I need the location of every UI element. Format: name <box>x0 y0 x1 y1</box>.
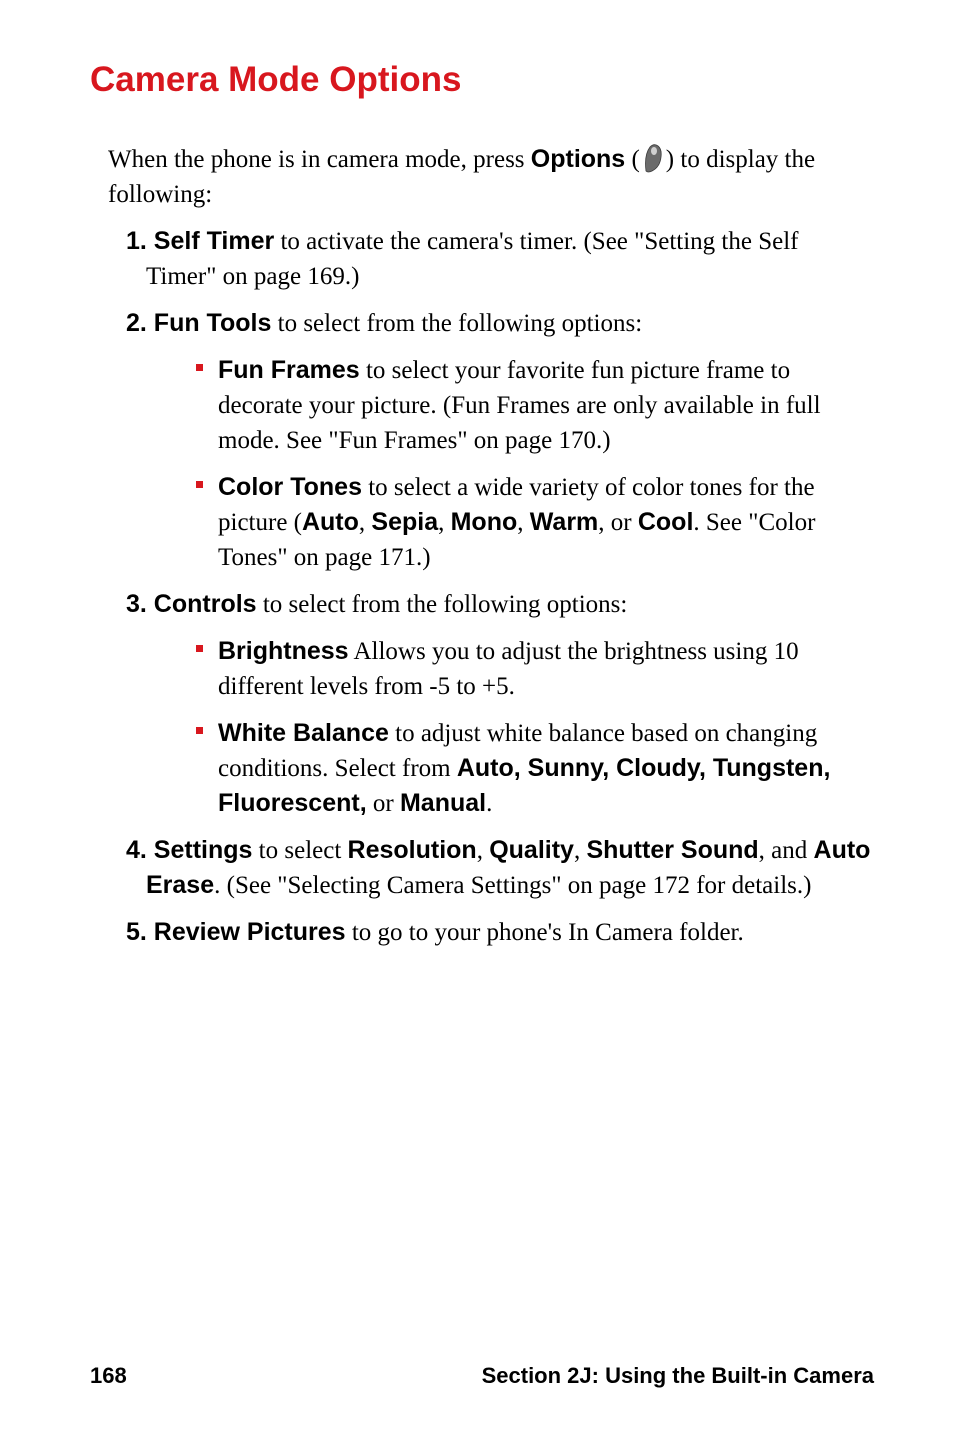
fun-frames-label: Fun Frames <box>218 356 360 384</box>
softkey-icon <box>640 146 666 173</box>
opt-sepia: Sepia <box>371 508 438 536</box>
review-pictures-text: to go to your phone's In Camera folder. <box>346 919 744 946</box>
brightness-label: Brightness <box>218 637 349 665</box>
color-tones-label: Color Tones <box>218 473 362 501</box>
bullet-icon <box>196 481 203 488</box>
sub-brightness: Brightness Allows you to adjust the brig… <box>196 634 874 704</box>
page-footer: 168 Section 2J: Using the Built-in Camer… <box>90 1363 874 1389</box>
opt-shutter-sound: Shutter Sound <box>586 836 758 864</box>
comma3: , <box>517 509 530 536</box>
opt-auto: Auto <box>302 508 359 536</box>
controls-label: Controls <box>154 590 257 618</box>
options-label: Options <box>531 145 625 173</box>
self-timer-label: Self Timer <box>154 227 274 255</box>
s-comma3: , and <box>759 837 814 864</box>
item-settings: 4. Settings to select Resolution, Qualit… <box>126 833 874 903</box>
item-number-1: 1. <box>126 227 154 255</box>
fun-tools-text: to select from the following options: <box>271 310 642 337</box>
item-number-5: 5. <box>126 918 154 946</box>
item-controls: 3. Controls to select from the following… <box>126 587 874 622</box>
item-number-2: 2. <box>126 309 154 337</box>
opt-quality: Quality <box>489 836 574 864</box>
sub-color-tones: Color Tones to select a wide variety of … <box>196 470 874 575</box>
bullet-icon <box>196 645 203 652</box>
item-self-timer: 1. Self Timer to activate the camera's t… <box>126 224 874 294</box>
opt-warm: Warm <box>530 508 599 536</box>
sub-fun-frames: Fun Frames to select your favorite fun p… <box>196 353 874 458</box>
sub-white-balance: White Balance to adjust white balance ba… <box>196 716 874 821</box>
fun-tools-sublist: Fun Frames to select your favorite fun p… <box>196 353 874 575</box>
intro-prefix: When the phone is in camera mode, press <box>108 146 531 173</box>
comma4: , or <box>598 509 638 536</box>
review-pictures-label: Review Pictures <box>154 918 346 946</box>
opt-resolution: Resolution <box>348 836 477 864</box>
comma2: , <box>438 509 451 536</box>
s-comma1: , <box>477 837 490 864</box>
bullet-icon <box>196 364 203 371</box>
wb-dot: . <box>486 790 492 817</box>
comma1: , <box>359 509 372 536</box>
wb-manual: Manual <box>400 789 486 817</box>
item-review-pictures: 5. Review Pictures to go to your phone's… <box>126 915 874 950</box>
s-comma2: , <box>574 837 587 864</box>
intro-paragraph: When the phone is in camera mode, press … <box>108 142 874 212</box>
settings-post: . (See "Selecting Camera Settings" on pa… <box>214 872 811 899</box>
paren-open: ( <box>625 146 640 173</box>
white-balance-label: White Balance <box>218 719 389 747</box>
controls-text: to select from the following options: <box>257 591 628 618</box>
item-number-3: 3. <box>126 590 154 618</box>
bullet-icon <box>196 727 203 734</box>
settings-pre: to select <box>252 837 347 864</box>
item-number-4: 4. <box>126 836 154 864</box>
section-label: Section 2J: Using the Built-in Camera <box>482 1363 874 1389</box>
opt-mono: Mono <box>451 508 518 536</box>
controls-sublist: Brightness Allows you to adjust the brig… <box>196 634 874 821</box>
wb-or: or <box>367 790 400 817</box>
settings-label: Settings <box>154 836 253 864</box>
page-title: Camera Mode Options <box>90 60 874 100</box>
fun-tools-label: Fun Tools <box>154 309 272 337</box>
item-fun-tools: 2. Fun Tools to select from the followin… <box>126 306 874 341</box>
opt-cool: Cool <box>638 508 694 536</box>
page-number: 168 <box>90 1363 127 1389</box>
